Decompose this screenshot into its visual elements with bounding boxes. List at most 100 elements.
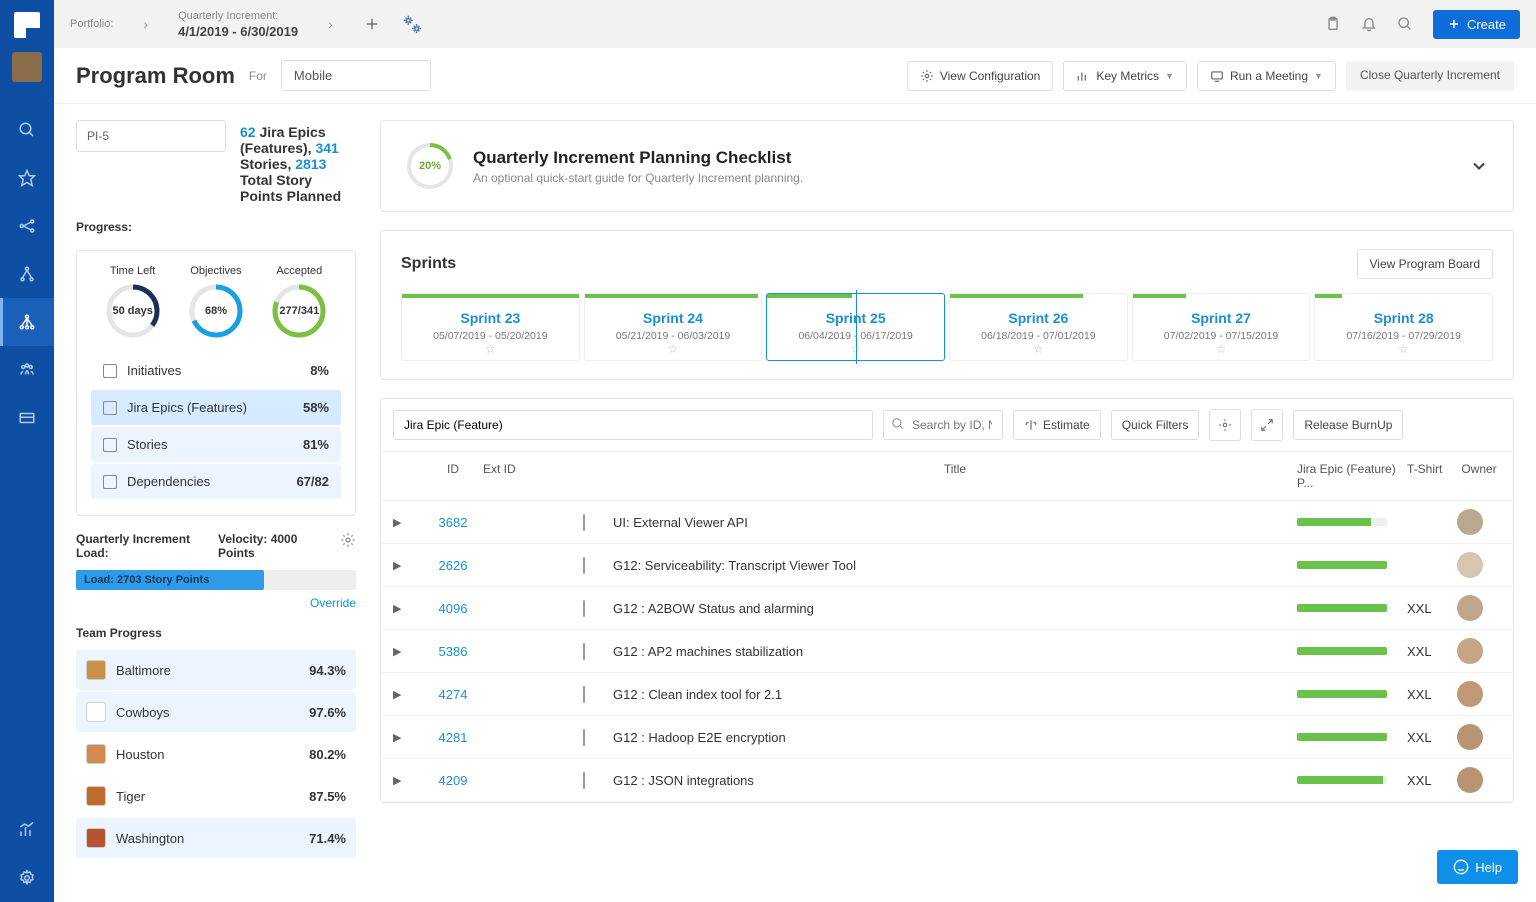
type-row[interactable]: Initiatives8%: [91, 353, 341, 388]
progress-card: Time Left 50 days Objectives 68% Accepte…: [76, 250, 356, 516]
team-progress: Team Progress Baltimore94.3%Cowboys97.6%…: [76, 626, 356, 860]
team-icon: [86, 828, 106, 848]
star-icon[interactable]: ☆: [485, 342, 496, 356]
checklist-card[interactable]: 20% Quarterly Increment Planning Checkli…: [380, 120, 1514, 212]
expand-icon[interactable]: ▶: [393, 688, 423, 701]
page-header: Program Room For Mobile View Configurati…: [54, 48, 1536, 104]
epic-id-link[interactable]: 4209: [423, 773, 483, 788]
team-row[interactable]: Cowboys97.6%: [76, 692, 356, 732]
search-icon[interactable]: [1397, 16, 1413, 32]
sprint-card[interactable]: Sprint 2405/21/2019 - 06/03/2019☆: [584, 293, 763, 361]
team-icon: [86, 744, 106, 764]
owner-avatar[interactable]: [1457, 681, 1483, 707]
app-logo[interactable]: [14, 12, 40, 38]
estimate-button[interactable]: Estimate: [1013, 410, 1101, 440]
chevron-right-icon[interactable]: ›: [318, 16, 343, 32]
sprint-card[interactable]: Sprint 2506/04/2019 - 06/17/2019☆: [766, 293, 945, 361]
expand-icon[interactable]: ▶: [393, 559, 423, 572]
team-row[interactable]: Baltimore94.3%: [76, 650, 356, 690]
ring-time-left: Time Left 50 days: [105, 265, 161, 339]
nav-settings-icon[interactable]: [0, 854, 54, 902]
sprint-card[interactable]: Sprint 2606/18/2019 - 07/01/2019☆: [949, 293, 1128, 361]
sprint-card[interactable]: Sprint 2807/16/2019 - 07/29/2019☆: [1314, 293, 1493, 361]
nav-star-icon[interactable]: [0, 154, 54, 202]
nav-card-icon[interactable]: [0, 394, 54, 442]
nav-analytics-icon[interactable]: [0, 806, 54, 854]
team-row[interactable]: Washington71.4%: [76, 818, 356, 858]
nav-network-icon[interactable]: [0, 202, 54, 250]
table-row: ▶ 4274 G12 : Clean index tool for 2.1 XX…: [381, 673, 1513, 716]
owner-avatar[interactable]: [1457, 767, 1483, 793]
progress-bar: [1297, 647, 1387, 655]
portfolio-selector[interactable]: Portfolio:: [70, 18, 113, 30]
pi-input[interactable]: [76, 120, 226, 152]
chevron-right-icon[interactable]: ›: [133, 16, 158, 32]
table-row: ▶ 4096 G12 : A2BOW Status and alarming X…: [381, 587, 1513, 630]
document-icon: [583, 729, 585, 746]
epic-id-link[interactable]: 4096: [423, 601, 483, 616]
nav-program-icon[interactable]: [0, 298, 54, 346]
epic-id-link[interactable]: 2626: [423, 558, 483, 573]
bell-icon[interactable]: [1361, 15, 1377, 33]
expand-icon[interactable]: [1251, 409, 1283, 441]
view-board-button[interactable]: View Program Board: [1357, 249, 1494, 279]
checklist-subtitle: An optional quick-start guide for Quarte…: [473, 171, 803, 185]
progress-bar: [1297, 604, 1387, 612]
create-button[interactable]: Create: [1433, 10, 1520, 39]
close-qi-button[interactable]: Close Quarterly Increment: [1346, 61, 1514, 91]
help-button[interactable]: Help: [1437, 850, 1518, 884]
type-icon: [103, 364, 117, 378]
progress-bar: [1297, 690, 1387, 698]
key-metrics-button[interactable]: Key Metrics▼: [1063, 61, 1187, 91]
portfolio-dropdown[interactable]: Mobile: [281, 60, 431, 91]
nav-search-icon[interactable]: [0, 106, 54, 154]
owner-avatar[interactable]: [1457, 509, 1483, 535]
star-icon[interactable]: ☆: [1216, 342, 1227, 356]
sprint-card[interactable]: Sprint 2707/02/2019 - 07/15/2019☆: [1132, 293, 1311, 361]
expand-icon[interactable]: ▶: [393, 645, 423, 658]
owner-avatar[interactable]: [1457, 724, 1483, 750]
feature-filter-input[interactable]: [393, 410, 873, 440]
load-bar: Load: 2703 Story Points: [76, 570, 356, 590]
run-meeting-button[interactable]: Run a Meeting▼: [1197, 61, 1336, 91]
plus-icon[interactable]: [363, 15, 381, 33]
expand-icon[interactable]: ▶: [393, 602, 423, 615]
view-config-button[interactable]: View Configuration: [907, 61, 1054, 91]
star-icon[interactable]: ☆: [1033, 342, 1044, 356]
expand-icon[interactable]: ▶: [393, 731, 423, 744]
owner-avatar[interactable]: [1457, 638, 1483, 664]
type-row[interactable]: Jira Epics (Features)58%: [91, 390, 341, 425]
owner-avatar[interactable]: [1457, 552, 1483, 578]
epic-id-link[interactable]: 5386: [423, 644, 483, 659]
team-row[interactable]: Tiger87.5%: [76, 776, 356, 816]
epic-id-link[interactable]: 3682: [423, 515, 483, 530]
type-row[interactable]: Dependencies67/82: [91, 464, 341, 499]
nav-tree-icon[interactable]: [0, 250, 54, 298]
expand-icon[interactable]: ▶: [393, 774, 423, 787]
user-avatar[interactable]: [12, 52, 42, 82]
override-link[interactable]: Override: [76, 596, 356, 610]
star-icon[interactable]: ☆: [1398, 342, 1409, 356]
nav-people-icon[interactable]: [0, 346, 54, 394]
expand-icon[interactable]: ▶: [393, 516, 423, 529]
qi-selector[interactable]: Quarterly Increment: 4/1/2019 - 6/30/201…: [178, 10, 298, 39]
epic-id-link[interactable]: 4274: [423, 687, 483, 702]
sprints-card: Sprints View Program Board Sprint 2305/0…: [380, 230, 1514, 380]
type-row[interactable]: Stories81%: [91, 427, 341, 462]
owner-avatar[interactable]: [1457, 595, 1483, 621]
table-settings-icon[interactable]: [1209, 409, 1241, 441]
epic-id-link[interactable]: 4281: [423, 730, 483, 745]
checklist-title: Quarterly Increment Planning Checklist: [473, 148, 803, 168]
sprint-card[interactable]: Sprint 2305/07/2019 - 05/20/2019☆: [401, 293, 580, 361]
star-icon[interactable]: ☆: [668, 342, 679, 356]
release-burnup-button[interactable]: Release BurnUp: [1293, 410, 1403, 440]
load-section: Quarterly Increment Load: Velocity: 4000…: [76, 532, 356, 610]
chevron-down-icon[interactable]: [1469, 156, 1489, 176]
search-icon: [891, 417, 905, 431]
gear-icon[interactable]: [340, 532, 356, 548]
quick-filters-button[interactable]: Quick Filters: [1111, 410, 1200, 440]
clipboard-icon[interactable]: [1325, 15, 1341, 33]
team-row[interactable]: Houston80.2%: [76, 734, 356, 774]
star-icon[interactable]: ☆: [850, 342, 861, 356]
gears-icon[interactable]: [401, 13, 423, 35]
